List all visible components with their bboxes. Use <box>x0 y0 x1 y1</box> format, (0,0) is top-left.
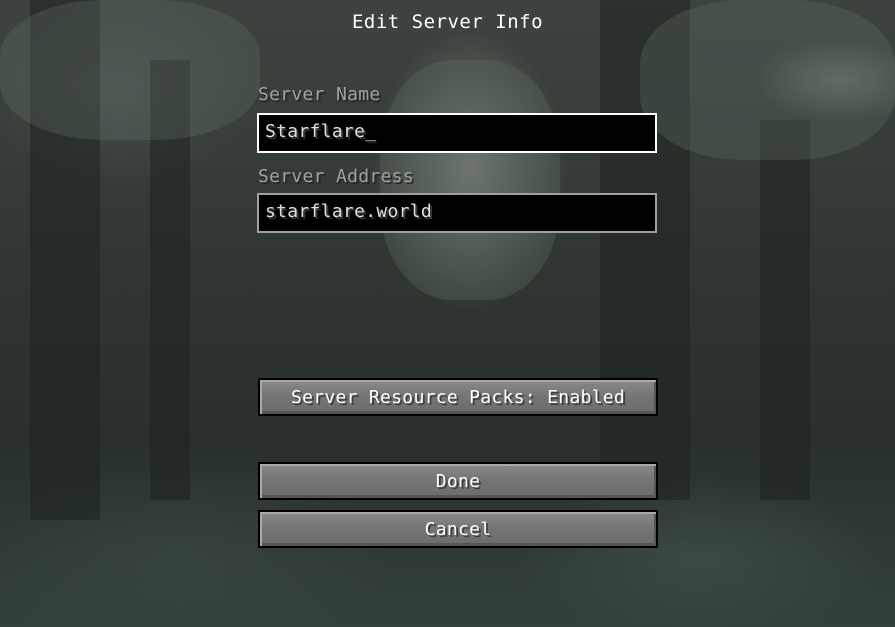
server-name-value: Starflare_ <box>265 121 377 142</box>
server-address-field[interactable]: starflare.world <box>257 193 657 233</box>
server-address-value: starflare.world <box>265 201 433 222</box>
done-button-label: Done <box>435 471 481 492</box>
screen-title: Edit Server Info <box>351 11 544 33</box>
done-button[interactable]: Done <box>258 462 658 500</box>
cancel-button[interactable]: Cancel <box>258 510 658 548</box>
resource-packs-button-label: Server Resource Packs: Enabled <box>290 387 626 408</box>
text-caret: _ <box>365 121 377 142</box>
resource-packs-button[interactable]: Server Resource Packs: Enabled <box>258 378 658 416</box>
cancel-button-label: Cancel <box>424 519 492 540</box>
server-name-field[interactable]: Starflare_ <box>257 113 657 153</box>
server-name-label: Server Name <box>258 84 381 105</box>
server-address-label: Server Address <box>258 166 414 187</box>
